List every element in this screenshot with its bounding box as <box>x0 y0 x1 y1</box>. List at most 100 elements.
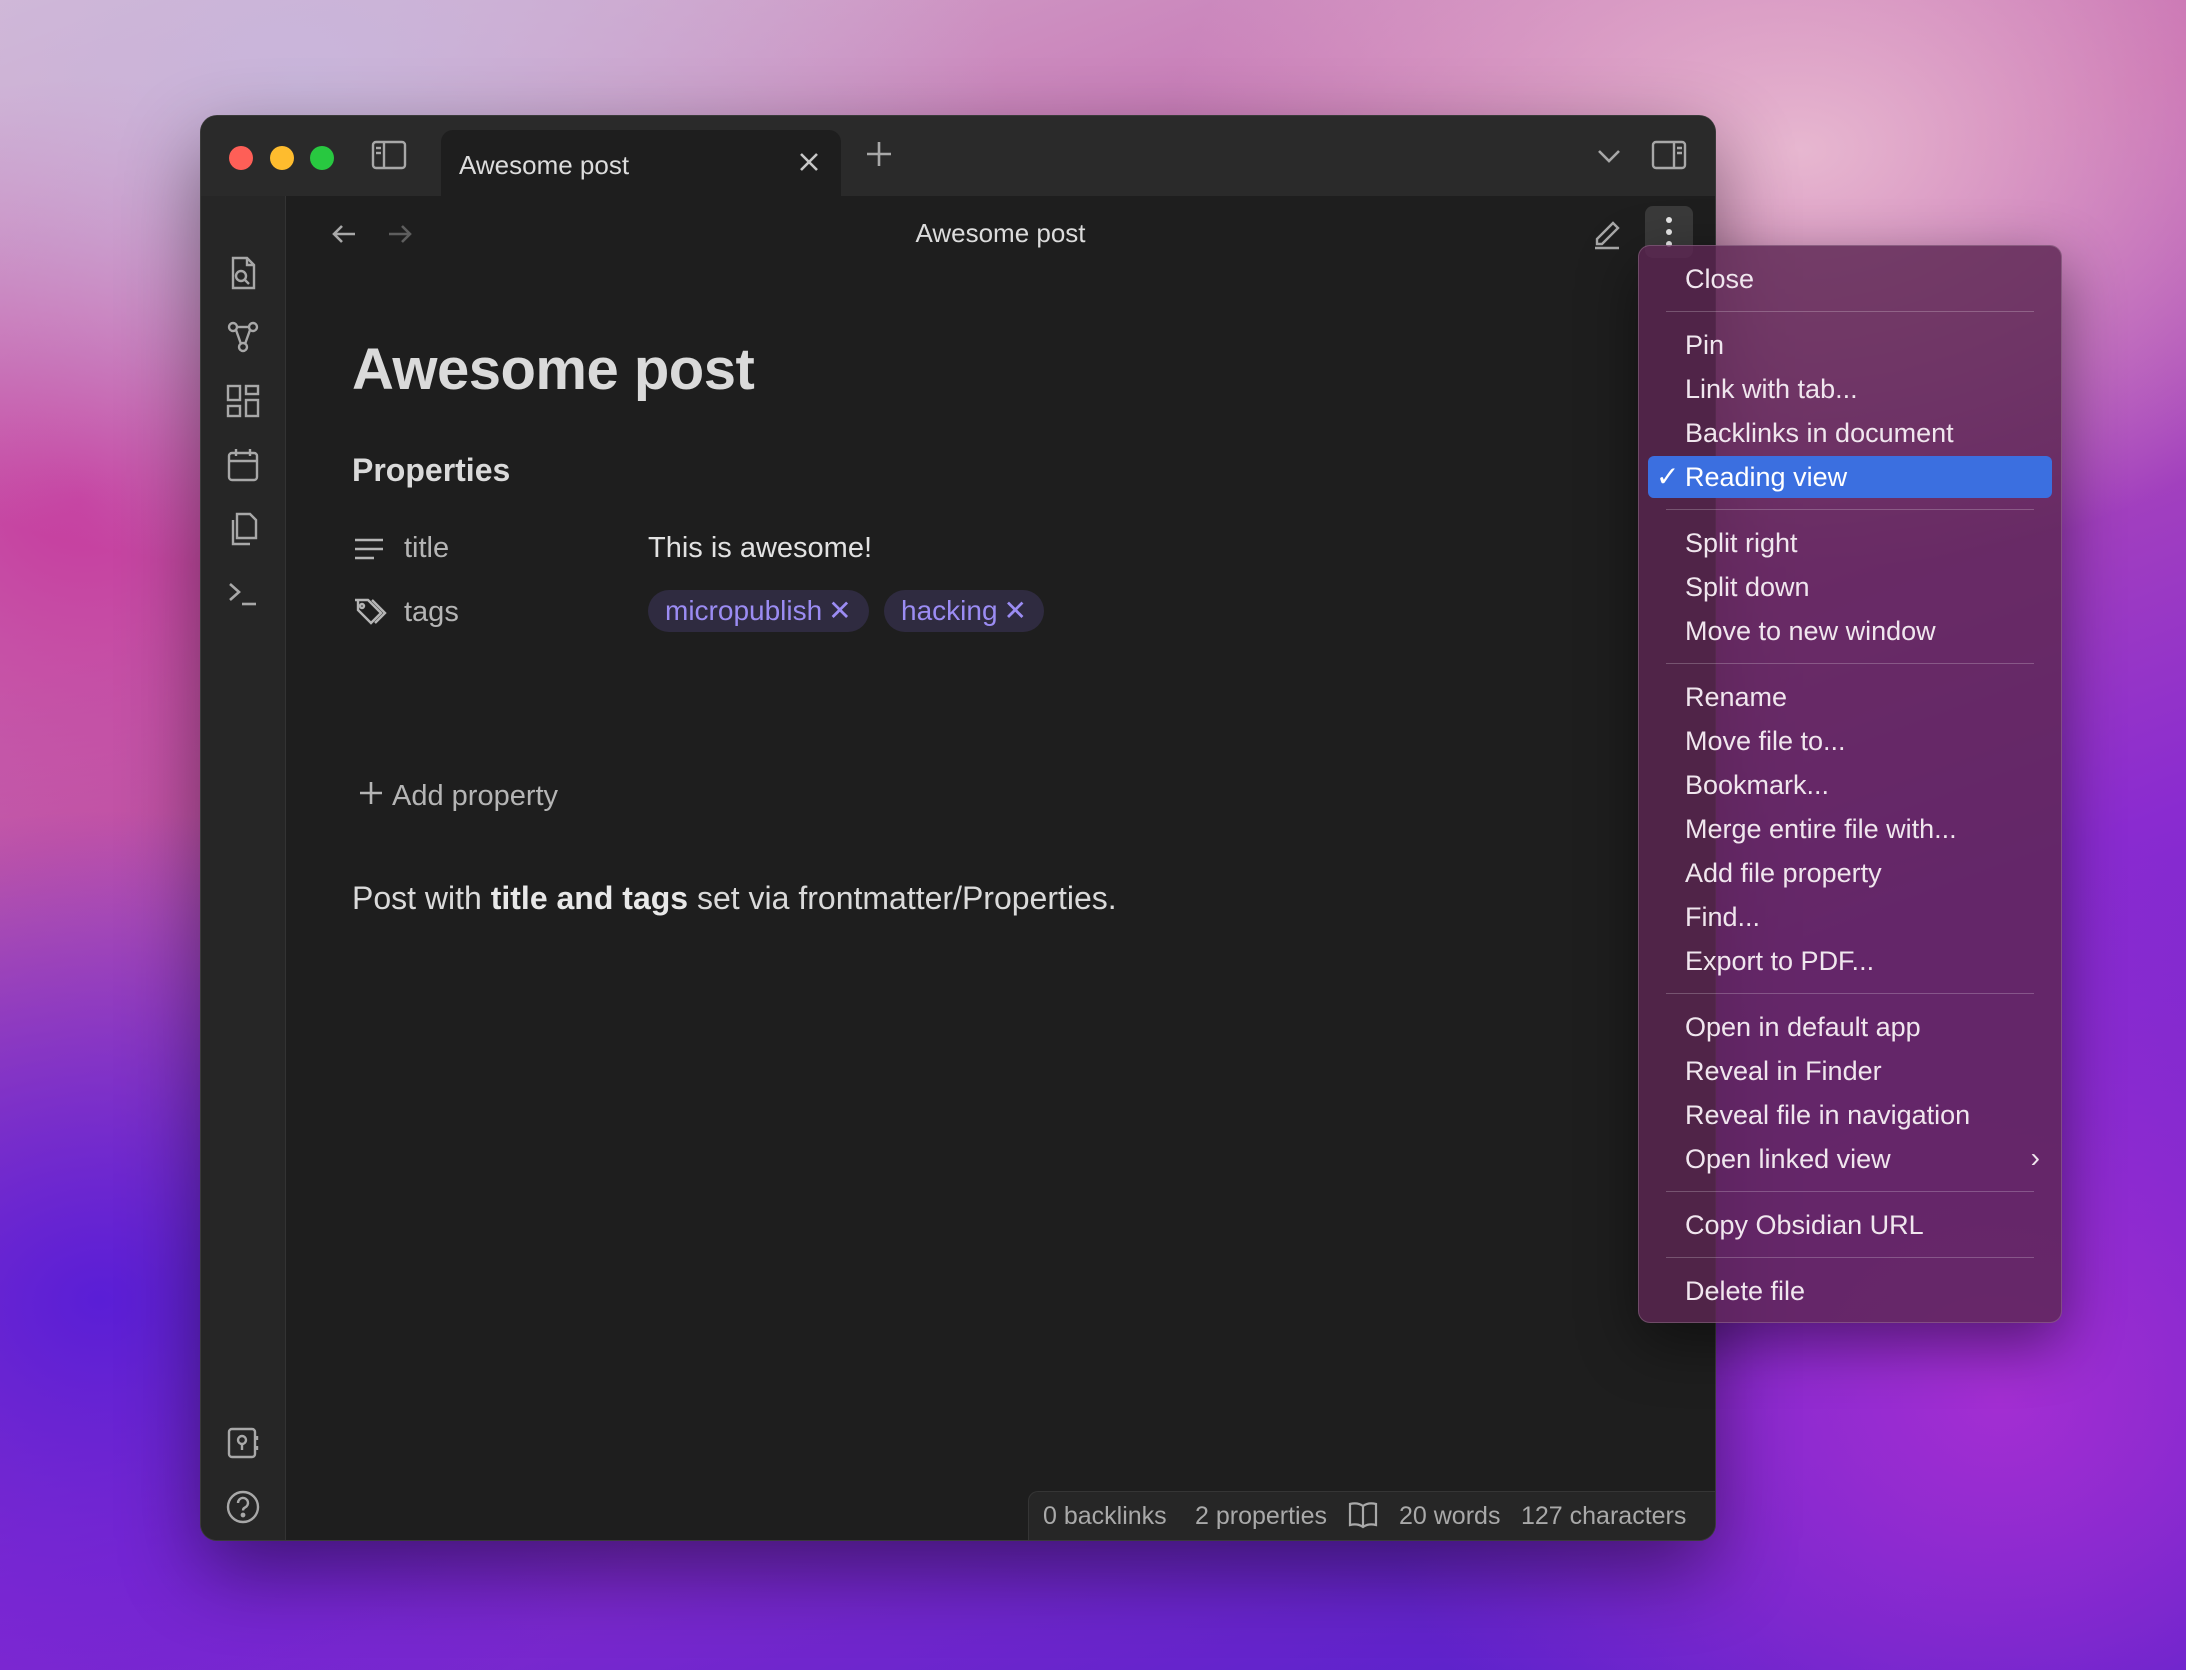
properties-heading[interactable]: Properties <box>352 452 510 489</box>
menu-item-rename[interactable]: Rename <box>1648 676 2052 718</box>
menu-item-label: Backlinks in document <box>1685 418 1954 448</box>
text-lines-icon[interactable] <box>352 532 386 571</box>
menu-item-label: Reveal file in navigation <box>1685 1100 1971 1130</box>
property-key[interactable]: title <box>404 532 449 565</box>
tag-pill-hacking[interactable]: hacking ✕ <box>884 590 1044 632</box>
menu-separator <box>1666 509 2034 510</box>
toggle-right-sidebar-icon[interactable] <box>1651 140 1687 175</box>
help-icon[interactable] <box>224 1488 262 1526</box>
properties-count[interactable]: 2 properties <box>1195 1502 1327 1531</box>
menu-item-label: Split down <box>1685 572 1810 602</box>
status-bar: 0 backlinks 2 properties 20 words 127 ch… <box>1028 1491 1715 1540</box>
toggle-left-sidebar-icon[interactable] <box>371 140 407 175</box>
tab-list-chevron-down-icon[interactable] <box>1593 142 1625 175</box>
command-palette-icon[interactable] <box>224 574 262 612</box>
edit-mode-pencil-icon[interactable] <box>1591 218 1623 255</box>
menu-item-label: Delete file <box>1685 1276 1806 1306</box>
tags-icon[interactable] <box>352 596 390 635</box>
more-options-context-menu: Close Pin Link with tab... Backlinks in … <box>1638 245 2062 1323</box>
menu-separator <box>1666 311 2034 312</box>
body-text: Post with <box>352 880 491 916</box>
document-title: Awesome post <box>352 337 755 402</box>
backlinks-count[interactable]: 0 backlinks <box>1043 1502 1167 1531</box>
tag-pill-micropublish[interactable]: micropublish ✕ <box>648 590 869 632</box>
new-tab-icon[interactable] <box>863 138 895 175</box>
menu-item-label: Link with tab... <box>1685 374 1858 404</box>
vault-switcher-icon[interactable] <box>224 1424 262 1462</box>
menu-separator <box>1666 1257 2034 1258</box>
menu-item-export-to-pdf[interactable]: Export to PDF... <box>1648 940 2052 982</box>
add-property-button[interactable]: Add property <box>358 780 558 814</box>
view-header-title[interactable]: Awesome post <box>286 218 1715 249</box>
zoom-window-button[interactable] <box>310 146 334 170</box>
menu-item-reveal-in-finder[interactable]: Reveal in Finder <box>1648 1050 2052 1092</box>
menu-item-pin[interactable]: Pin <box>1648 324 2052 366</box>
reading-view-book-icon[interactable] <box>1347 1500 1379 1537</box>
menu-item-move-to-new-window[interactable]: Move to new window <box>1648 610 2052 652</box>
remove-tag-icon[interactable]: ✕ <box>1004 595 1027 626</box>
menu-item-reveal-file-in-navigation[interactable]: Reveal file in navigation <box>1648 1094 2052 1136</box>
templates-icon[interactable] <box>224 510 262 548</box>
menu-separator <box>1666 663 2034 664</box>
menu-item-find[interactable]: Find... <box>1648 896 2052 938</box>
menu-item-label: Open linked view <box>1685 1144 1891 1174</box>
character-count[interactable]: 127 characters <box>1521 1502 1686 1531</box>
property-row-title: title This is awesome! <box>352 526 1052 570</box>
close-tab-icon[interactable] <box>795 148 823 181</box>
menu-item-add-file-property[interactable]: Add file property <box>1648 852 2052 894</box>
menu-separator <box>1666 993 2034 994</box>
menu-item-close[interactable]: Close <box>1648 258 2052 300</box>
menu-item-label: Rename <box>1685 682 1788 712</box>
menu-item-link-with-tab[interactable]: Link with tab... <box>1648 368 2052 410</box>
menu-item-backlinks-in-document[interactable]: Backlinks in document <box>1648 412 2052 454</box>
canvas-icon[interactable] <box>224 382 262 420</box>
close-window-button[interactable] <box>229 146 253 170</box>
menu-item-split-right[interactable]: Split right <box>1648 522 2052 564</box>
minimize-window-button[interactable] <box>270 146 294 170</box>
document-body-paragraph: Post with title and tags set via frontma… <box>352 880 1117 917</box>
left-ribbon <box>201 196 286 1540</box>
tab-awesome-post[interactable]: Awesome post <box>441 130 841 196</box>
menu-item-label: Reveal in Finder <box>1685 1056 1882 1086</box>
remove-tag-icon[interactable]: ✕ <box>828 595 851 626</box>
menu-item-merge-entire-file[interactable]: Merge entire file with... <box>1648 808 2052 850</box>
menu-item-label: Merge entire file with... <box>1685 814 1957 844</box>
obsidian-window: Awesome post Awesome post Awesome post P… <box>201 116 1715 1540</box>
menu-item-open-in-default-app[interactable]: Open in default app <box>1648 1006 2052 1048</box>
menu-item-label: Find... <box>1685 902 1761 932</box>
menu-item-label: Reading view <box>1685 462 1848 492</box>
menu-item-label: Close <box>1685 264 1755 294</box>
menu-item-delete-file[interactable]: Delete file <box>1648 1270 2052 1312</box>
menu-item-label: Bookmark... <box>1685 770 1830 800</box>
menu-item-label: Export to PDF... <box>1685 946 1875 976</box>
tag-label: hacking <box>901 595 998 626</box>
plus-icon <box>358 780 384 814</box>
menu-item-label: Pin <box>1685 330 1725 360</box>
tag-label: micropublish <box>665 595 823 626</box>
add-property-label: Add property <box>392 780 559 812</box>
tab-title: Awesome post <box>459 150 630 180</box>
menu-item-move-file-to[interactable]: Move file to... <box>1648 720 2052 762</box>
menu-item-split-down[interactable]: Split down <box>1648 566 2052 608</box>
editor-pane: Awesome post Awesome post Properties tit… <box>286 196 1715 1540</box>
menu-item-label: Move file to... <box>1685 726 1846 756</box>
word-count[interactable]: 20 words <box>1399 1502 1500 1531</box>
chevron-right-icon: › <box>2030 1142 2040 1173</box>
menu-item-label: Open in default app <box>1685 1012 1921 1042</box>
menu-item-copy-obsidian-url[interactable]: Copy Obsidian URL <box>1648 1204 2052 1246</box>
quick-switcher-icon[interactable] <box>224 254 262 292</box>
graph-view-icon[interactable] <box>224 318 262 356</box>
body-bold-text: title and tags <box>490 880 689 916</box>
property-row-tags: tags micropublish ✕ hacking ✕ <box>352 590 1152 634</box>
menu-item-open-linked-view[interactable]: Open linked view › <box>1648 1138 2052 1180</box>
title-bar: Awesome post <box>201 116 1715 196</box>
daily-note-icon[interactable] <box>224 446 262 484</box>
body-text: set via frontmatter/Properties. <box>688 880 1117 916</box>
menu-item-bookmark[interactable]: Bookmark... <box>1648 764 2052 806</box>
checkmark-icon: ✓ <box>1656 461 1680 492</box>
menu-separator <box>1666 1191 2034 1192</box>
menu-item-label: Split right <box>1685 528 1798 558</box>
property-value[interactable]: This is awesome! <box>648 532 872 565</box>
property-key[interactable]: tags <box>404 596 459 629</box>
menu-item-reading-view[interactable]: ✓ Reading view <box>1648 456 2052 498</box>
